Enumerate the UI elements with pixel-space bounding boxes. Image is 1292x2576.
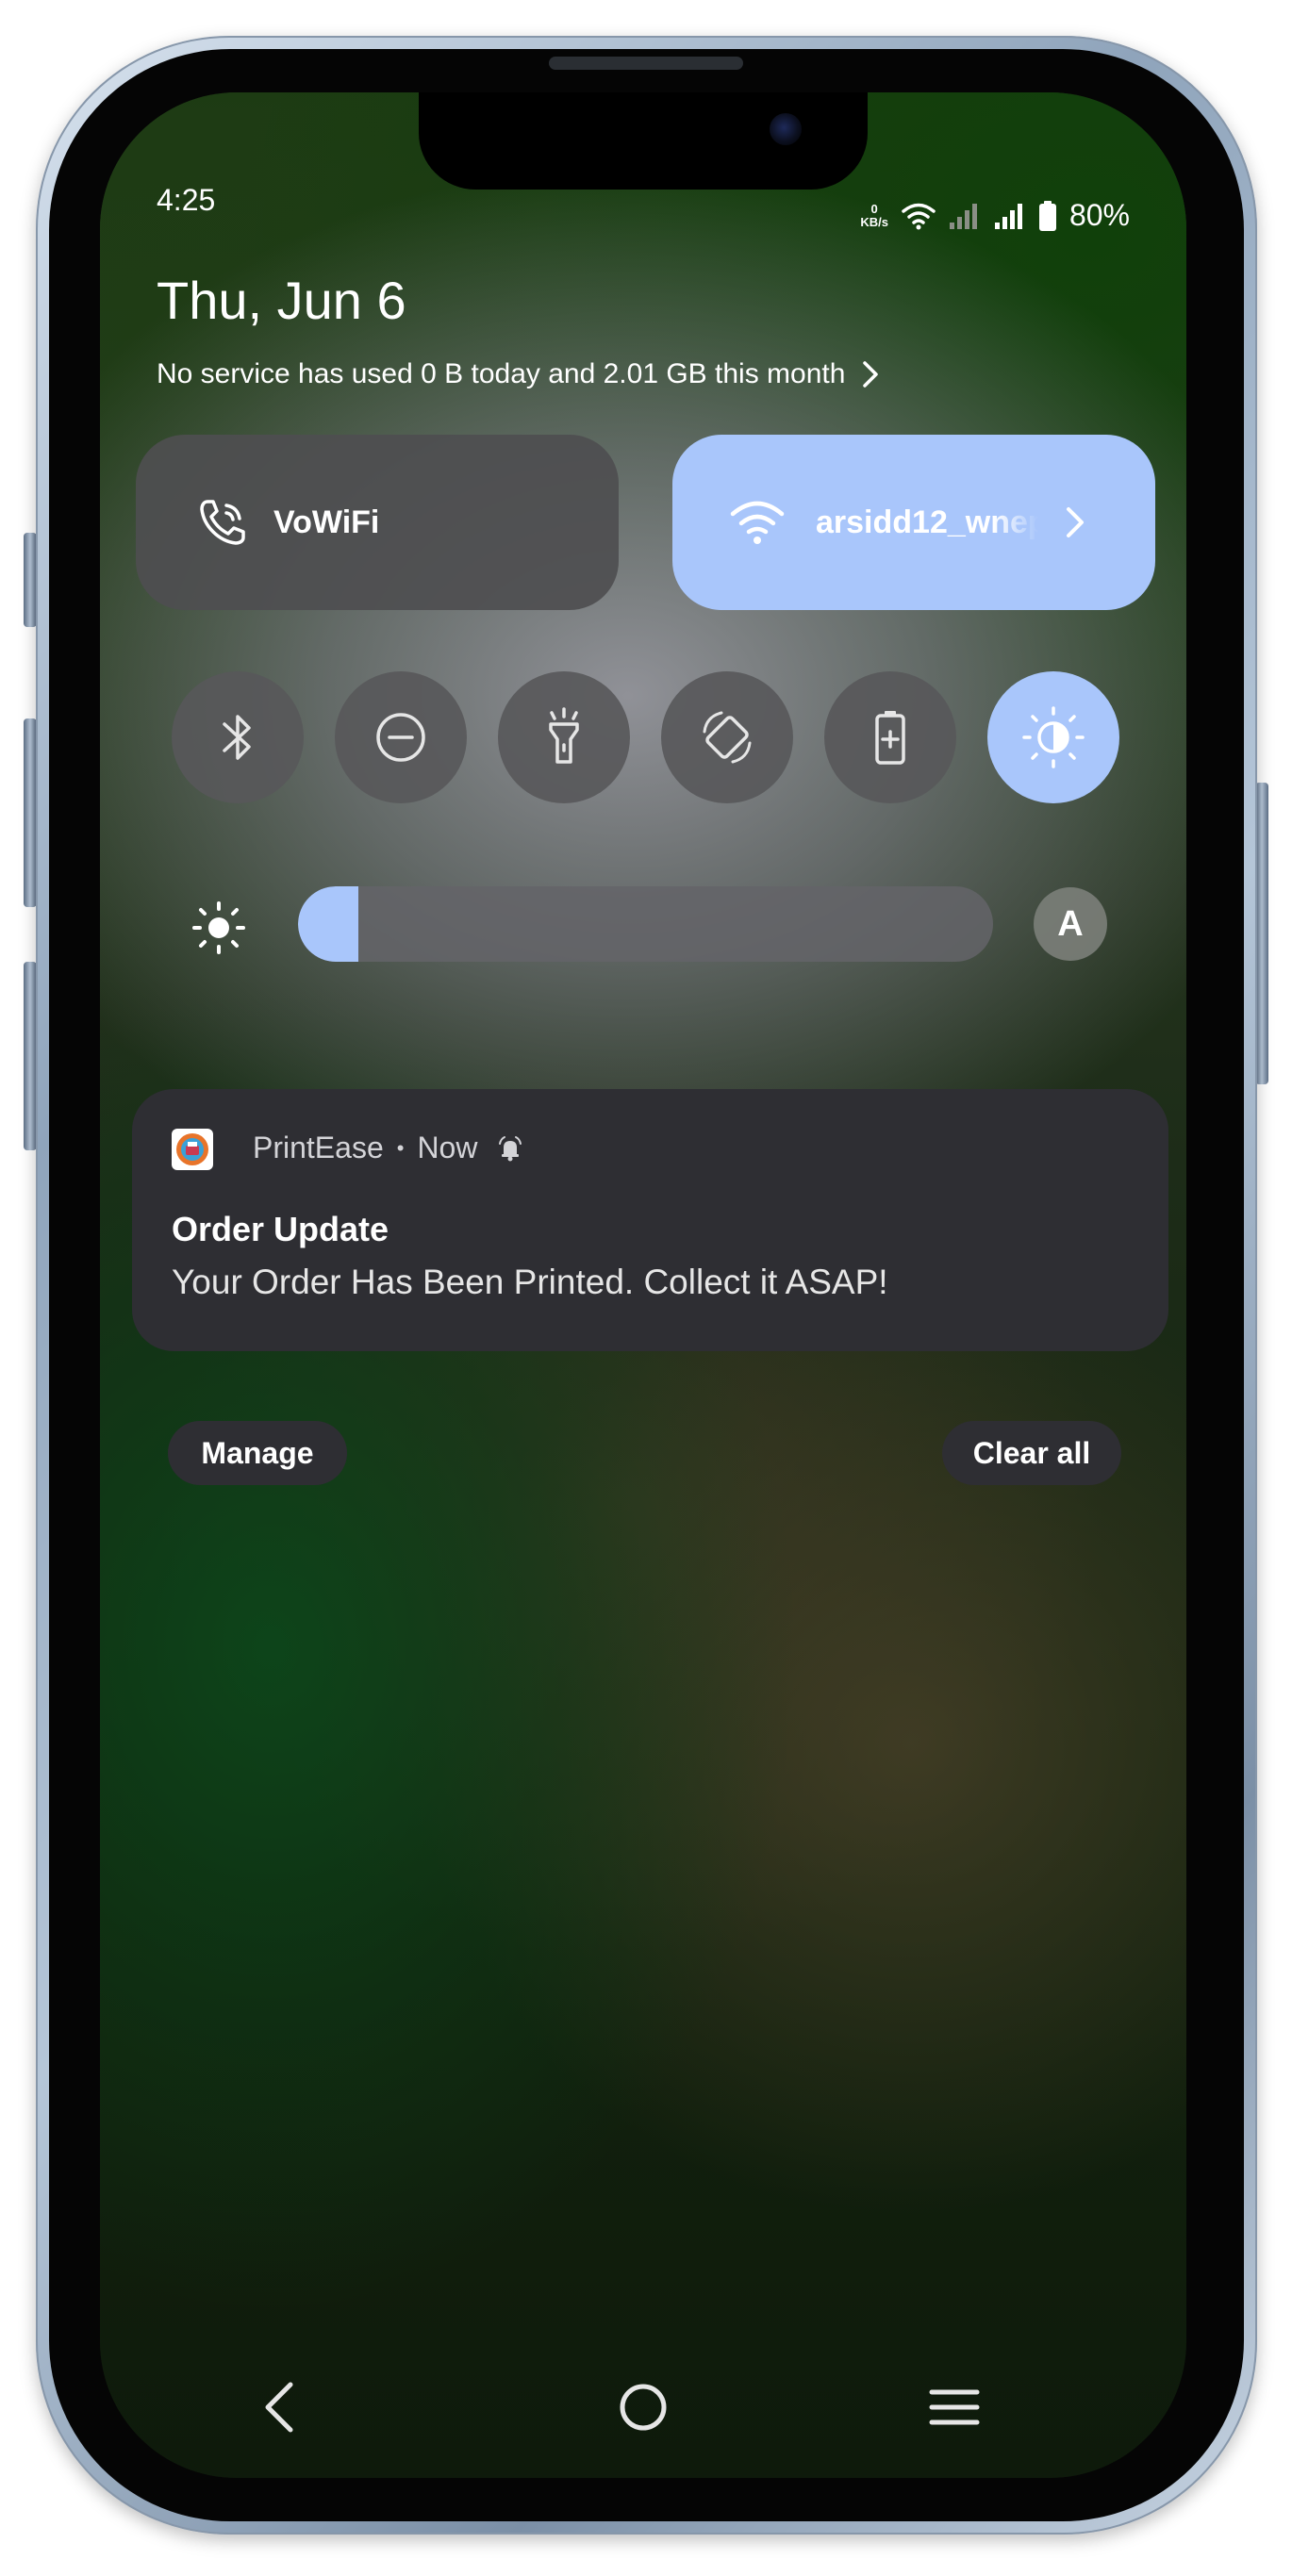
rotate-icon [703,711,752,764]
status-time: 4:25 [157,183,216,217]
contrast-icon [1022,706,1085,768]
header-separator: • [396,1135,405,1160]
battery-saver-icon [875,711,905,765]
toggle-bluetooth[interactable] [172,671,304,803]
wifi-network-name: arsidd12_wnep [816,504,1038,540]
signal-sim1-icon [949,203,977,229]
network-speed: 0 KB/s [860,201,888,229]
back-icon [265,2382,293,2433]
wifi-calling-icon [200,500,245,545]
earpiece-speaker [549,57,743,70]
toggle-do-not-disturb[interactable] [335,671,467,803]
wifi-status-icon [902,203,936,229]
notification-title: Order Update [172,1210,389,1248]
toggle-auto-rotate[interactable] [661,671,793,803]
power-button[interactable] [1255,783,1268,1084]
battery-icon [1038,200,1056,231]
home-icon [620,2384,667,2431]
volume-down-button[interactable] [24,962,37,1150]
chevron-right-icon[interactable] [1065,505,1085,539]
printease-logo-icon [176,1133,208,1165]
nav-back-button[interactable] [223,2370,336,2445]
app-icon [172,1129,213,1170]
wifi-icon [730,501,785,544]
toggle-flashlight[interactable] [498,671,630,803]
brightness-slider[interactable] [298,886,993,962]
date-label: Thu, Jun 6 [157,271,406,330]
bluetooth-icon [223,715,251,760]
clear-all-button[interactable]: Clear all [942,1421,1121,1485]
status-icons: 0 KB/s 80% [860,198,1130,233]
data-usage-text: No service has used 0 B today and 2.01 G… [157,358,846,389]
brightness-icon [192,901,245,954]
auto-brightness-button[interactable]: A [1034,887,1107,961]
toggle-dark-theme[interactable] [987,671,1119,803]
recents-icon [929,2389,980,2425]
notch [419,92,868,190]
wifi-tile[interactable]: arsidd12_wnep [672,435,1155,610]
data-usage-row[interactable]: No service has used 0 B today and 2.01 G… [157,358,879,390]
vowifi-label: VoWiFi [273,504,380,540]
do-not-disturb-icon [376,713,425,762]
app-name: PrintEase [253,1131,384,1164]
notification-card[interactable]: PrintEase • Now Order Update Your Order … [132,1089,1168,1351]
screen: 4:25 0 KB/s 80% Thu, Jun 6 No service ha… [100,92,1186,2478]
volume-up-button[interactable] [24,718,37,907]
battery-percentage: 80% [1068,198,1130,232]
action-button[interactable] [24,533,37,627]
notification-time: Now [417,1131,478,1164]
nav-home-button[interactable] [587,2370,700,2445]
vowifi-tile[interactable]: VoWiFi [136,435,619,610]
flashlight-icon [549,707,579,764]
toggle-battery-saver[interactable] [824,671,956,803]
network-speed-unit: KB/s [860,214,888,229]
network-speed-value: 0 [870,201,878,216]
chevron-right-icon [863,361,879,388]
nav-recents-button[interactable] [898,2370,1011,2445]
front-camera [770,113,802,145]
notification-body: Your Order Has Been Printed. Collect it … [172,1263,888,1301]
manage-button[interactable]: Manage [168,1421,347,1485]
alert-bell-icon [499,1135,522,1161]
notification-header: PrintEase • Now [253,1131,524,1165]
signal-sim2-icon [994,203,1022,229]
